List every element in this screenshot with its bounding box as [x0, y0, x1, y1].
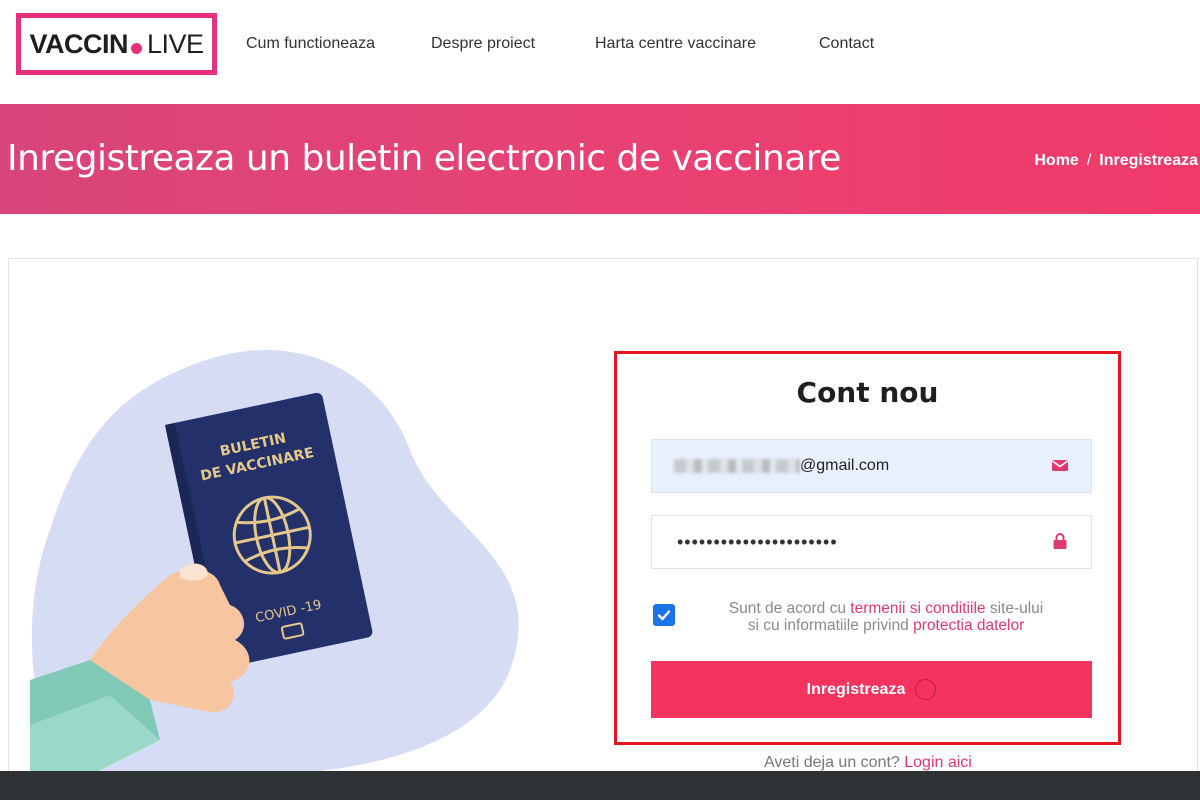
breadcrumb-home-link[interactable]: Home [1034, 152, 1078, 170]
terms-text: Sunt de acord cu termenii si conditiile … [691, 600, 1081, 634]
form-title: Cont nou [796, 376, 939, 409]
register-button[interactable]: Inregistreaza [651, 661, 1092, 718]
password-value: •••••••••••••••••••••• [677, 531, 838, 552]
redacted-email-prefix [674, 459, 800, 473]
terms-text-part1: Sunt de acord cu [728, 600, 851, 617]
login-prompt: Aveti deja un cont? Login aici [764, 754, 972, 772]
envelope-icon [1052, 460, 1068, 471]
footer-bar [0, 771, 1200, 800]
logo-dot-icon [130, 42, 142, 54]
page-title: Inregistreaza un buletin electronic de v… [7, 138, 841, 179]
terms-text-part2: site-ului [985, 600, 1044, 617]
logo-text-right: LIVE [146, 28, 204, 59]
privacy-link[interactable]: protectia datelor [913, 617, 1024, 634]
login-link[interactable]: Login aici [904, 754, 972, 771]
terms-text-part3: si cu informatiile privind [747, 617, 914, 634]
nav-link-contact[interactable]: Contact [819, 35, 874, 53]
lock-icon [1053, 533, 1067, 549]
vaccine-passport-illustration: BULETIN DE VACCINARE COVID -19 [30, 349, 519, 776]
breadcrumb: Home / Inregistreaza [1034, 152, 1198, 170]
register-button-label: Inregistreaza [806, 680, 906, 698]
terms-agreement: Sunt de acord cu termenii si conditiile … [651, 600, 1092, 640]
email-field[interactable]: @gmail.com [651, 439, 1092, 493]
login-prompt-text: Aveti deja un cont? [764, 754, 905, 771]
nav-link-despre-proiect[interactable]: Despre proiect [431, 35, 535, 53]
top-navigation-bar: VACCIN LIVE Cum functioneaza Despre proi… [0, 0, 1200, 104]
logo-text-left: VACCIN [29, 28, 128, 59]
breadcrumb-current: Inregistreaza [1099, 152, 1198, 169]
terms-checkbox[interactable] [653, 604, 675, 626]
email-value: @gmail.com [800, 457, 890, 474]
nav-link-cum-functioneaza[interactable]: Cum functioneaza [246, 35, 375, 53]
registration-form: Cont nou @gmail.com ••••••••••••••••••••… [614, 351, 1121, 745]
checkmark-icon [657, 610, 671, 621]
logo-text: VACCIN LIVE [29, 28, 204, 60]
page-banner: Inregistreaza un buletin electronic de v… [0, 104, 1200, 214]
breadcrumb-separator: / [1086, 152, 1092, 169]
password-field[interactable]: •••••••••••••••••••••• [651, 515, 1092, 569]
terms-link[interactable]: termenii si conditiile [850, 600, 985, 617]
vaccin-live-logo[interactable]: VACCIN LIVE [16, 13, 217, 75]
loading-spinner-icon [915, 679, 937, 700]
nav-link-harta-centre[interactable]: Harta centre vaccinare [595, 35, 756, 53]
